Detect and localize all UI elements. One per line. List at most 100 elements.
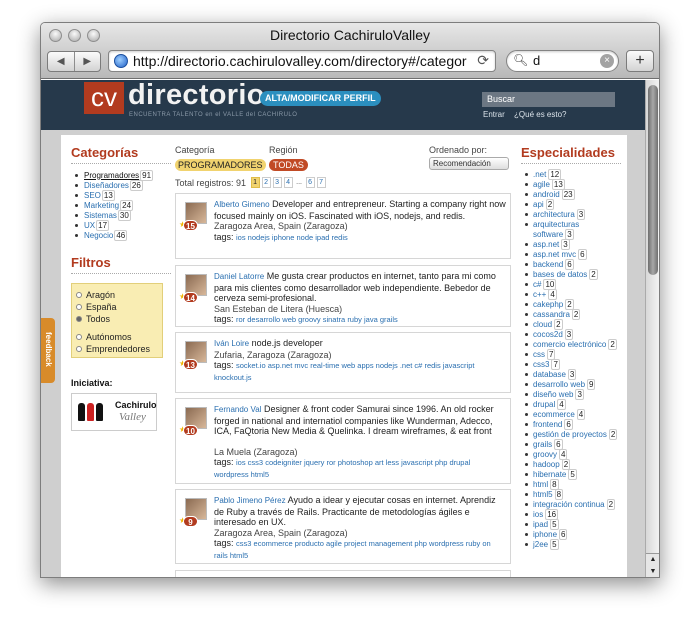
especialidad-link[interactable]: cloud xyxy=(533,320,552,329)
categoria-link[interactable]: SEO xyxy=(84,191,101,200)
address-bar[interactable]: http://directorio.cachirulovalley.com/di… xyxy=(108,50,496,72)
profile-card[interactable]: ★13Iván Loire node.js developerZufaria, … xyxy=(175,332,511,393)
especialidad-link[interactable]: css xyxy=(533,350,545,359)
especialidad-item[interactable]: database 3 xyxy=(521,369,621,380)
especialidad-link[interactable]: groovy xyxy=(533,450,557,459)
especialidad-link[interactable]: hibernate xyxy=(533,470,566,479)
especialidad-link[interactable]: diseño web xyxy=(533,390,573,399)
page-link[interactable]: 2 xyxy=(261,177,271,188)
filter-option-espana[interactable]: España xyxy=(76,301,158,313)
page-link[interactable]: 6 xyxy=(305,177,315,188)
categoria-item[interactable]: Programadores 91 xyxy=(71,169,171,181)
especialidad-link[interactable]: html5 xyxy=(533,490,553,499)
profile-tags[interactable]: socket.io asp.net mvc real-time web apps… xyxy=(214,361,474,382)
especialidad-item[interactable]: bases de datos 2 xyxy=(521,269,621,280)
address-input[interactable]: http://directorio.cachirulovalley.com/di… xyxy=(133,53,467,70)
page-link[interactable]: 3 xyxy=(272,177,282,188)
especialidad-item[interactable]: comercio electrónico 2 xyxy=(521,339,621,350)
especialidad-link[interactable]: drupal xyxy=(533,400,555,409)
region-pill[interactable]: TODAS xyxy=(269,159,308,171)
especialidad-item[interactable]: c# 10 xyxy=(521,279,621,290)
especialidad-item[interactable]: ipad 5 xyxy=(521,519,621,530)
especialidad-item[interactable]: cakephp 2 xyxy=(521,299,621,310)
profile-tags[interactable]: ios css3 codeigniter jquery ror photosho… xyxy=(214,458,470,479)
especialidad-link[interactable]: ipad xyxy=(533,520,548,529)
categoria-item[interactable]: Diseñadores 26 xyxy=(71,179,171,191)
especialidad-item[interactable]: drupal 4 xyxy=(521,399,621,410)
logo-cv[interactable]: cv xyxy=(84,82,124,114)
especialidad-item[interactable]: css 7 xyxy=(521,349,621,360)
categoria-link[interactable]: UX xyxy=(84,221,95,230)
browser-search-input[interactable]: d xyxy=(533,53,540,68)
reload-icon[interactable]: ⟳ xyxy=(477,52,489,69)
especialidad-link[interactable]: asp.net xyxy=(533,240,559,249)
especialidad-link[interactable]: grails xyxy=(533,440,552,449)
feedback-tab[interactable]: feedback xyxy=(41,318,55,383)
especialidad-link[interactable]: css3 xyxy=(533,360,549,369)
especialidad-item[interactable]: html 8 xyxy=(521,479,621,490)
especialidad-link[interactable]: bases de datos xyxy=(533,270,587,279)
clear-search-icon[interactable]: × xyxy=(600,54,614,68)
profile-card[interactable] xyxy=(175,570,511,577)
filter-option-emprendedores[interactable]: Emprendedores xyxy=(76,343,158,355)
especialidad-item[interactable]: diseño web 3 xyxy=(521,389,621,400)
especialidad-link[interactable]: iphone xyxy=(533,530,557,539)
profile-name[interactable]: Daniel Latorre xyxy=(214,272,264,281)
especialidad-link[interactable]: integración continua xyxy=(533,500,605,509)
categoria-item[interactable]: Marketing 24 xyxy=(71,199,171,211)
especialidad-item[interactable]: groovy 4 xyxy=(521,449,621,460)
page-link[interactable]: 4 xyxy=(283,177,293,188)
especialidad-link[interactable]: cocos2d xyxy=(533,330,563,339)
alta-profile-button[interactable]: ALTA/MODIFICAR PERFIL xyxy=(260,91,381,106)
especialidad-item[interactable]: gestión de proyectos 2 xyxy=(521,429,621,440)
especialidad-link[interactable]: architectura xyxy=(533,210,575,219)
especialidad-item[interactable]: android 23 xyxy=(521,189,621,200)
especialidad-item[interactable]: grails 6 xyxy=(521,439,621,450)
categoria-link[interactable]: Diseñadores xyxy=(84,181,129,190)
radio-icon[interactable] xyxy=(76,334,82,340)
page-link[interactable]: ... xyxy=(295,178,304,189)
especialidad-link[interactable]: c++ xyxy=(533,290,546,299)
especialidad-item[interactable]: architectura 3 xyxy=(521,209,621,220)
especialidad-link[interactable]: agile xyxy=(533,180,550,189)
especialidad-link[interactable]: html xyxy=(533,480,548,489)
especialidad-item[interactable]: iphone 6 xyxy=(521,529,621,540)
browser-search-field[interactable]: 🔍︎ d × xyxy=(506,50,619,72)
categoria-item[interactable]: Sistemas 30 xyxy=(71,209,171,221)
categoria-item[interactable]: Negocio 46 xyxy=(71,229,171,241)
filter-option-autonomos[interactable]: Autónomos xyxy=(76,331,158,343)
especialidad-link[interactable]: gestión de proyectos xyxy=(533,430,607,439)
especialidad-item[interactable]: j2ee 5 xyxy=(521,539,621,550)
especialidad-item[interactable]: cocos2d 3 xyxy=(521,329,621,340)
radio-icon[interactable] xyxy=(76,316,82,322)
especialidad-item[interactable]: api 2 xyxy=(521,199,621,210)
profile-tags[interactable]: ios nodejs iphone node ipad redis xyxy=(236,233,348,242)
page-link[interactable]: 1 xyxy=(250,177,260,188)
especialidad-link[interactable]: database xyxy=(533,370,566,379)
especialidad-link[interactable]: backend xyxy=(533,260,563,269)
especialidad-item[interactable]: backend 6 xyxy=(521,259,621,270)
forward-icon[interactable]: ▶ xyxy=(75,52,101,71)
profile-card[interactable]: ★15Alberto Gimeno Developer and entrepre… xyxy=(175,193,511,259)
especialidad-link[interactable]: frontend xyxy=(533,420,562,429)
page-link[interactable]: 7 xyxy=(316,177,326,188)
profile-name[interactable]: Alberto Gimeno xyxy=(214,200,270,209)
radio-icon[interactable] xyxy=(76,304,82,310)
especialidad-link[interactable]: j2ee xyxy=(533,540,548,549)
especialidad-link[interactable]: desarrollo web xyxy=(533,380,585,389)
scroll-arrows[interactable]: ▲ ▼ xyxy=(646,553,659,577)
scrollbar-thumb[interactable] xyxy=(648,85,658,275)
categoria-item[interactable]: UX 17 xyxy=(71,219,171,231)
vertical-scrollbar[interactable]: ▲ ▼ xyxy=(645,80,659,577)
orden-select[interactable]: Recomendación xyxy=(429,157,509,170)
especialidad-item[interactable]: html5 8 xyxy=(521,489,621,500)
especialidad-link[interactable]: ecommerce xyxy=(533,410,575,419)
especialidad-link[interactable]: .net xyxy=(533,170,546,179)
profile-name[interactable]: Pablo Jimeno Pérez xyxy=(214,496,286,505)
especialidad-item[interactable]: asp.net 3 xyxy=(521,239,621,250)
especialidad-link[interactable]: cassandra xyxy=(533,310,570,319)
especialidad-item[interactable]: ios 16 xyxy=(521,509,621,520)
profile-card[interactable]: ★9Pablo Jimeno Pérez Ayudo a idear y eje… xyxy=(175,489,511,564)
categoria-link[interactable]: Negocio xyxy=(84,231,113,240)
especialidad-link[interactable]: cakephp xyxy=(533,300,563,309)
